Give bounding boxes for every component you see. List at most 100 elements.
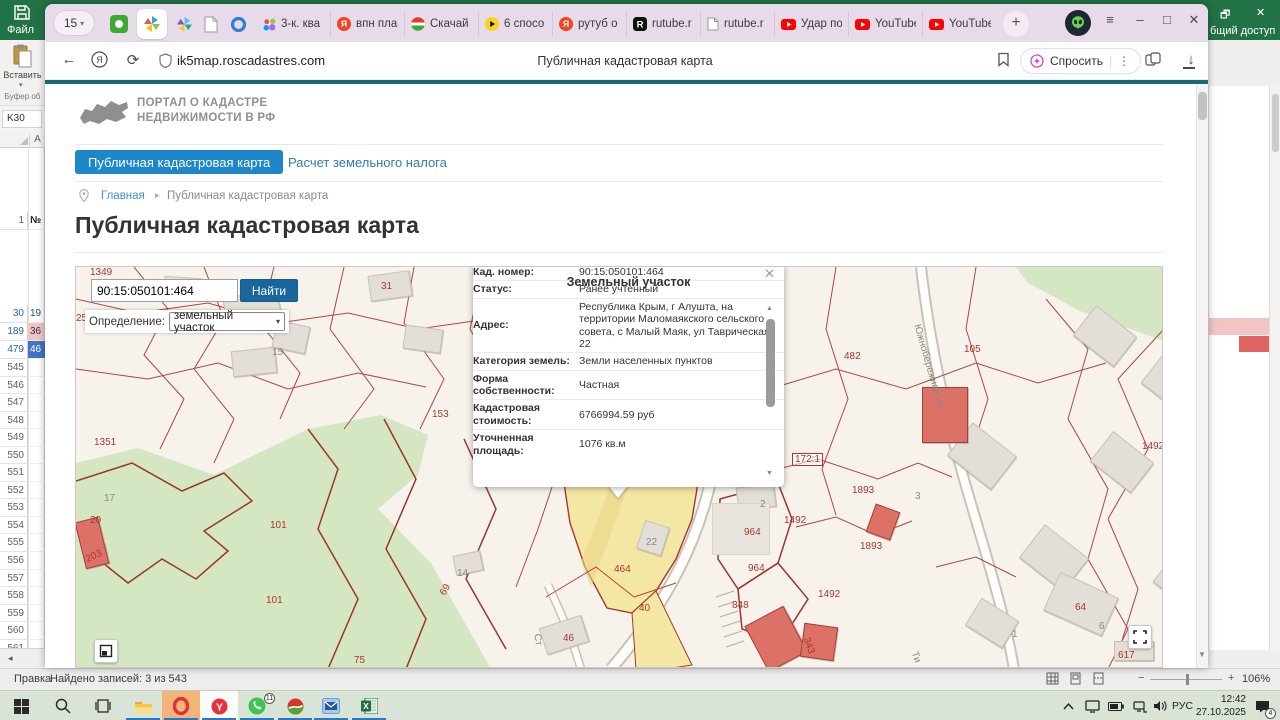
excel-share-button[interactable]: бщий доступ: [1210, 25, 1275, 37]
browser-tab[interactable]: 6 спосо: [479, 11, 553, 37]
normal-view-icon[interactable]: [1046, 672, 1059, 685]
cell-empty[interactable]: [28, 499, 45, 517]
ask-ai-button[interactable]: Спросить | ⋮: [1020, 48, 1141, 74]
close-icon[interactable]: ✕: [1183, 12, 1205, 28]
excel-row[interactable]: 556: [0, 552, 45, 570]
panels-icon[interactable]: [1143, 52, 1163, 71]
tray-battery-icon[interactable]: [1104, 691, 1128, 720]
row-header[interactable]: 554: [0, 517, 28, 535]
excel-row[interactable]: 550: [0, 447, 45, 465]
task-view-button[interactable]: [84, 691, 122, 720]
pinned-tab-blue-circle[interactable]: [226, 12, 250, 36]
tab-counter[interactable]: 15 ▾: [53, 10, 95, 36]
cell-empty[interactable]: [28, 552, 45, 570]
cell-name-box[interactable]: K30: [2, 110, 42, 128]
tray-volume-icon[interactable]: [1148, 691, 1172, 720]
excel-row[interactable]: 554: [0, 517, 45, 535]
excel-row[interactable]: 561: [0, 640, 45, 648]
excel-row[interactable]: 559: [0, 605, 45, 623]
row-header[interactable]: 561: [0, 640, 28, 648]
kebab-menu-icon[interactable]: ⋮: [1118, 54, 1131, 68]
view-shortcuts[interactable]: [1046, 672, 1105, 685]
row-header[interactable]: 548: [0, 412, 28, 430]
excel-row[interactable]: 548: [0, 412, 45, 430]
excel-row-479[interactable]: 479 46: [0, 341, 45, 359]
cell-empty[interactable]: [28, 622, 45, 640]
clock[interactable]: 12:42 27.10.2025: [1188, 694, 1246, 719]
browser-menu-icon[interactable]: ≡: [1099, 12, 1121, 27]
paste-dropdown-arrow[interactable]: ▾: [19, 81, 23, 89]
breadcrumb-home[interactable]: Главная: [101, 190, 145, 202]
browser-tab[interactable]: YouTube: [923, 11, 997, 37]
browser-tab[interactable]: rutube.r: [701, 11, 775, 37]
excel-row-30[interactable]: 30 19: [0, 305, 45, 323]
excel-file-corner[interactable]: Файл: [0, 0, 45, 40]
row-header[interactable]: 553: [0, 499, 28, 517]
yandex-browser-button[interactable]: Y: [200, 691, 238, 720]
cell-empty[interactable]: [28, 394, 45, 412]
row-header[interactable]: 555: [0, 534, 28, 552]
excel-row[interactable]: 545: [0, 359, 45, 377]
cell-empty[interactable]: [28, 517, 45, 535]
excel-row-189[interactable]: 189 36: [0, 323, 45, 341]
app-sphere-button[interactable]: [276, 691, 314, 720]
excel-row[interactable]: 558: [0, 587, 45, 605]
row-header[interactable]: 546: [0, 377, 28, 395]
row-header[interactable]: 557: [0, 570, 28, 588]
excel-row[interactable]: 546: [0, 377, 45, 395]
map-search-input[interactable]: [91, 279, 238, 302]
scroll-thumb[interactable]: [766, 319, 775, 407]
cell-value[interactable]: 46: [28, 341, 45, 359]
tray-expand-button[interactable]: [1056, 691, 1080, 720]
excel-restore-icon[interactable]: 🗗: [1220, 6, 1230, 25]
whatsapp-button[interactable]: 11: [238, 691, 276, 720]
paste-icon[interactable]: [13, 44, 33, 68]
cell-empty[interactable]: [28, 570, 45, 588]
url-text[interactable]: ik5map.roscadastres.com: [177, 53, 325, 68]
shield-icon[interactable]: [155, 53, 175, 72]
paste-button[interactable]: Вставить: [0, 70, 45, 80]
browser-tab[interactable]: 3-к. ква: [257, 11, 331, 37]
browser-tab[interactable]: Скачай: [405, 11, 479, 37]
row-header[interactable]: 1: [0, 212, 28, 230]
action-center-button[interactable]: 4: [1248, 691, 1276, 720]
back-icon[interactable]: ←: [59, 51, 79, 68]
start-button[interactable]: [2, 691, 40, 720]
mail-app-button[interactable]: [312, 691, 350, 720]
reload-icon[interactable]: ⟳: [123, 51, 143, 69]
cell-empty[interactable]: [28, 587, 45, 605]
zoom-in-icon[interactable]: +: [1228, 672, 1234, 684]
taskbar-search-button[interactable]: [44, 691, 82, 720]
row-header[interactable]: 551: [0, 464, 28, 482]
cadastral-map[interactable]: 134931251548210514921531351172:118931723…: [75, 266, 1163, 668]
map-search-button[interactable]: Найти: [240, 279, 298, 302]
page-layout-icon[interactable]: [1069, 672, 1082, 685]
cell-empty[interactable]: [28, 447, 45, 465]
excel-button[interactable]: X: [350, 691, 388, 720]
save-icon[interactable]: [14, 5, 30, 20]
yandex-home-icon[interactable]: Я: [89, 51, 109, 72]
excel-row[interactable]: 557: [0, 570, 45, 588]
cell-empty[interactable]: [28, 534, 45, 552]
page-scrollbar[interactable]: ▼: [1196, 84, 1208, 668]
popup-scrollbar[interactable]: ▲ ▼: [765, 305, 776, 477]
cell-empty[interactable]: [28, 464, 45, 482]
select-all-icon[interactable]: [20, 137, 28, 145]
browser-tab[interactable]: R rutube.r: [627, 11, 701, 37]
tray-display-icon[interactable]: [1080, 691, 1104, 720]
cell-value[interactable]: №: [28, 212, 45, 230]
scroll-up-icon[interactable]: ▲: [766, 305, 773, 312]
opera-button[interactable]: [162, 691, 200, 720]
zoom-out-icon[interactable]: −: [1138, 672, 1144, 684]
cell-empty[interactable]: [28, 640, 45, 648]
row-header[interactable]: 558: [0, 587, 28, 605]
excel-row[interactable]: 549: [0, 429, 45, 447]
row-header[interactable]: 189: [0, 323, 28, 341]
download-icon[interactable]: ↓: [1181, 51, 1201, 68]
tab-land-tax-link[interactable]: Расчет земельного налога: [288, 155, 447, 170]
profile-avatar[interactable]: [1065, 10, 1091, 36]
excel-row[interactable]: 552: [0, 482, 45, 500]
excel-row[interactable]: 560: [0, 622, 45, 640]
row-header[interactable]: 545: [0, 359, 28, 377]
cell-empty[interactable]: [28, 412, 45, 430]
